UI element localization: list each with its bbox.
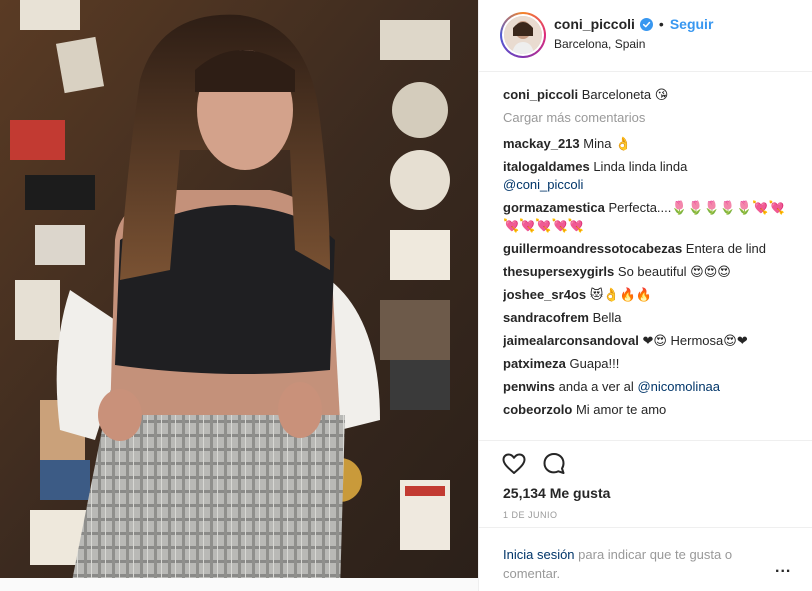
post-photo[interactable] (0, 0, 478, 591)
post-actions: 25,134 Me gusta 1 DE JUNIO (479, 440, 812, 520)
comment-item: patximeza Guapa!!! (503, 355, 799, 373)
avatar-inner (502, 14, 544, 56)
comment-mention[interactable]: @coni_piccoli (503, 177, 583, 192)
photo-bottom-strip (0, 578, 478, 591)
comment-item: cobeorzolo Mi amor te amo (503, 401, 799, 419)
comment-item: thesupersexygirls So beautiful 😍😍😍 (503, 263, 799, 281)
comment-username[interactable]: jaimealarconsandoval (503, 333, 639, 348)
photo-illustration (0, 0, 478, 591)
comment-text: ❤😍 Hermosa😍❤ (642, 333, 748, 348)
comment-text: Entera de lind (685, 241, 767, 256)
comment-item: jaimealarconsandoval ❤😍 Hermosa😍❤ (503, 332, 799, 350)
comment-username[interactable]: joshee_sr4os (503, 287, 586, 302)
comment-username[interactable]: sandracofrem (503, 310, 589, 325)
avatar-image (504, 16, 542, 54)
post-side-panel: coni_piccoli • Seguir Barcelona, Spain c… (478, 0, 812, 591)
comment-item: mackay_213 Mina 👌 (503, 135, 799, 153)
comment-username[interactable]: cobeorzolo (503, 402, 572, 417)
avatar-illustration (504, 16, 542, 54)
comment-username[interactable]: penwins (503, 379, 555, 394)
comment-text: Mi amor te amo (575, 402, 667, 417)
post-username[interactable]: coni_piccoli (554, 16, 635, 32)
comment-text: Bella (592, 310, 622, 325)
login-prompt: Inicia sesión para indicar que te gusta … (479, 527, 812, 591)
action-icons-row (501, 451, 567, 477)
caption-username[interactable]: coni_piccoli (503, 87, 578, 102)
load-more-comments-button[interactable]: Cargar más comentarios (503, 109, 799, 127)
separator-dot: • (658, 16, 664, 32)
comment-username[interactable]: thesupersexygirls (503, 264, 614, 279)
comment-username[interactable]: gormazamestica (503, 200, 605, 215)
comment-bubble-icon[interactable] (541, 451, 567, 477)
comment-item: joshee_sr4os 😻👌🔥🔥 (503, 286, 799, 304)
comment-text: Linda linda linda (593, 159, 688, 174)
comment-text: So beautiful 😍😍😍 (617, 264, 731, 279)
comment-item: sandracofrem Bella (503, 309, 799, 327)
follow-button[interactable]: Seguir (670, 16, 714, 32)
post-header: coni_piccoli • Seguir Barcelona, Spain (479, 0, 812, 72)
comment-text: Mina 👌 (583, 136, 632, 151)
caption: coni_piccoli Barceloneta 😘 (503, 86, 799, 104)
avatar[interactable] (500, 12, 546, 58)
comment-username[interactable]: mackay_213 (503, 136, 580, 151)
username-row: coni_piccoli • Seguir (554, 16, 713, 32)
post-date: 1 DE JUNIO (503, 510, 558, 520)
comment-item: guillermoandressotocabezas Entera de lin… (503, 240, 799, 258)
heart-icon[interactable] (501, 451, 527, 477)
comment-item: penwins anda a ver al @nicomolinaa (503, 378, 799, 396)
caption-text: Barceloneta 😘 (581, 87, 669, 102)
comment-text: anda a ver al (558, 379, 634, 394)
comment-item: italogaldames Linda linda linda @coni_pi… (503, 158, 799, 194)
comment-username[interactable]: italogaldames (503, 159, 590, 174)
verified-badge-icon (639, 17, 653, 31)
login-link[interactable]: Inicia sesión (503, 547, 575, 562)
comment-text: Guapa!!! (569, 356, 620, 371)
comments-list[interactable]: coni_piccoli Barceloneta 😘 Cargar más co… (503, 86, 799, 438)
comment-username[interactable]: patximeza (503, 356, 566, 371)
more-options-icon[interactable]: ... (775, 559, 791, 577)
comment-username[interactable]: guillermoandressotocabezas (503, 241, 682, 256)
likes-count[interactable]: 25,134 Me gusta (503, 485, 610, 501)
comment-mention[interactable]: @nicomolinaa (637, 379, 720, 394)
comment-text: 😻👌🔥🔥 (589, 287, 652, 302)
login-prompt-text: Inicia sesión para indicar que te gusta … (503, 545, 773, 583)
location-link[interactable]: Barcelona, Spain (554, 37, 645, 51)
comment-item: gormazamestica Perfecta....🌷🌷🌷🌷🌷💘💘💘💘💘💘💘 (503, 199, 799, 235)
